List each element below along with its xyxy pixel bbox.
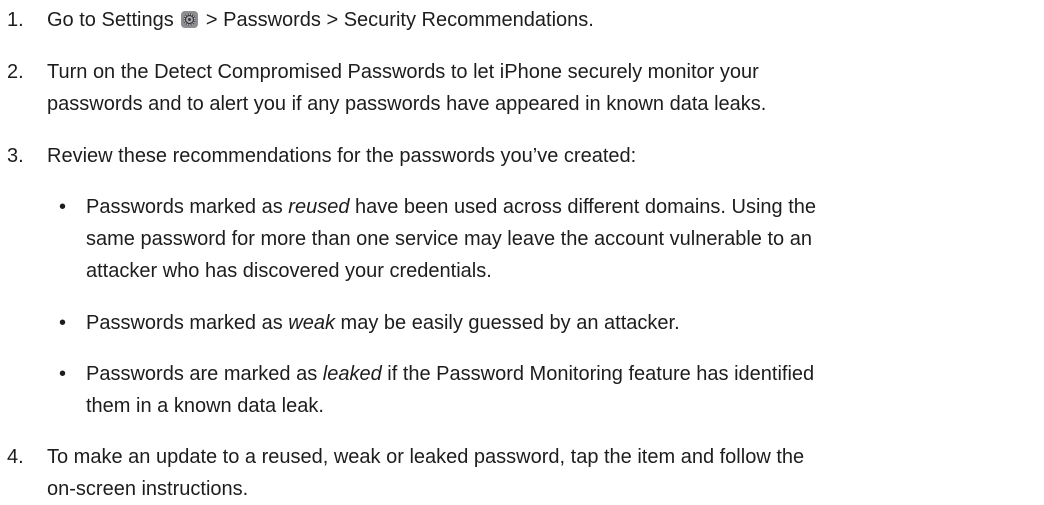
bullet-line: Passwords marked as reused have been use… xyxy=(86,191,1041,223)
step-text: Turn on the Detect Compromised Passwords… xyxy=(47,56,1037,120)
bullet-emphasis: weak xyxy=(288,312,335,334)
bullet-text: Passwords marked as weak may be easily g… xyxy=(86,307,1041,339)
step-line: Go to Settings > Passwords > Security Re… xyxy=(47,4,1037,36)
bullet-marker: • xyxy=(59,312,67,334)
bullet-text-pre: Passwords are marked as xyxy=(86,363,323,385)
step-line: on-screen instructions. xyxy=(47,478,249,500)
step-1-text-post: > Passwords > Security Recommendations. xyxy=(205,9,594,31)
bullet-text-post: have been used across different domains.… xyxy=(349,196,817,218)
bullet-line: them in a known data leak. xyxy=(86,395,324,417)
step-number: 2. xyxy=(7,61,24,83)
bullet-text-post: may be easily guessed by an attacker. xyxy=(335,312,680,334)
step-line: passwords and to alert you if any passwo… xyxy=(47,93,767,115)
bullet-text-pre: Passwords marked as xyxy=(86,312,289,334)
settings-gear-icon xyxy=(181,11,199,28)
bullet-line: Passwords are marked as leaked if the Pa… xyxy=(86,358,1041,390)
bullet-text: Passwords are marked as leaked if the Pa… xyxy=(86,358,1041,422)
bullet-marker: • xyxy=(59,196,67,218)
bullet-text: Passwords marked as reused have been use… xyxy=(86,191,1041,287)
step-1-text-pre: Go to Settings xyxy=(47,9,174,31)
step-line: Review these recommendations for the pas… xyxy=(47,145,637,167)
step-text: To make an update to a reused, weak or l… xyxy=(47,441,1037,505)
bullet-text-post: if the Password Monitoring feature has i… xyxy=(381,363,815,385)
step-text: Go to Settings > Passwords > Security Re… xyxy=(47,4,1037,36)
step-number: 1. xyxy=(7,9,24,31)
bullet-marker: • xyxy=(59,363,67,385)
step-line: To make an update to a reused, weak or l… xyxy=(47,446,805,468)
bullet-line: Passwords marked as weak may be easily g… xyxy=(86,307,1041,339)
bullet-emphasis: leaked xyxy=(322,363,382,385)
bullet-text-pre: Passwords marked as xyxy=(86,196,289,218)
bullet-line: attacker who has discovered your credent… xyxy=(86,260,492,282)
step-number: 3. xyxy=(7,145,24,167)
bullet-line: same password for more than one service … xyxy=(86,228,812,250)
step-number: 4. xyxy=(7,446,24,468)
bullet-emphasis: reused xyxy=(288,196,350,218)
step-text: Review these recommendations for the pas… xyxy=(47,140,1037,172)
step-line: Turn on the Detect Compromised Passwords… xyxy=(47,61,759,83)
instructions-document: 1. Go to Settings > Passwords > Security… xyxy=(0,0,1044,500)
